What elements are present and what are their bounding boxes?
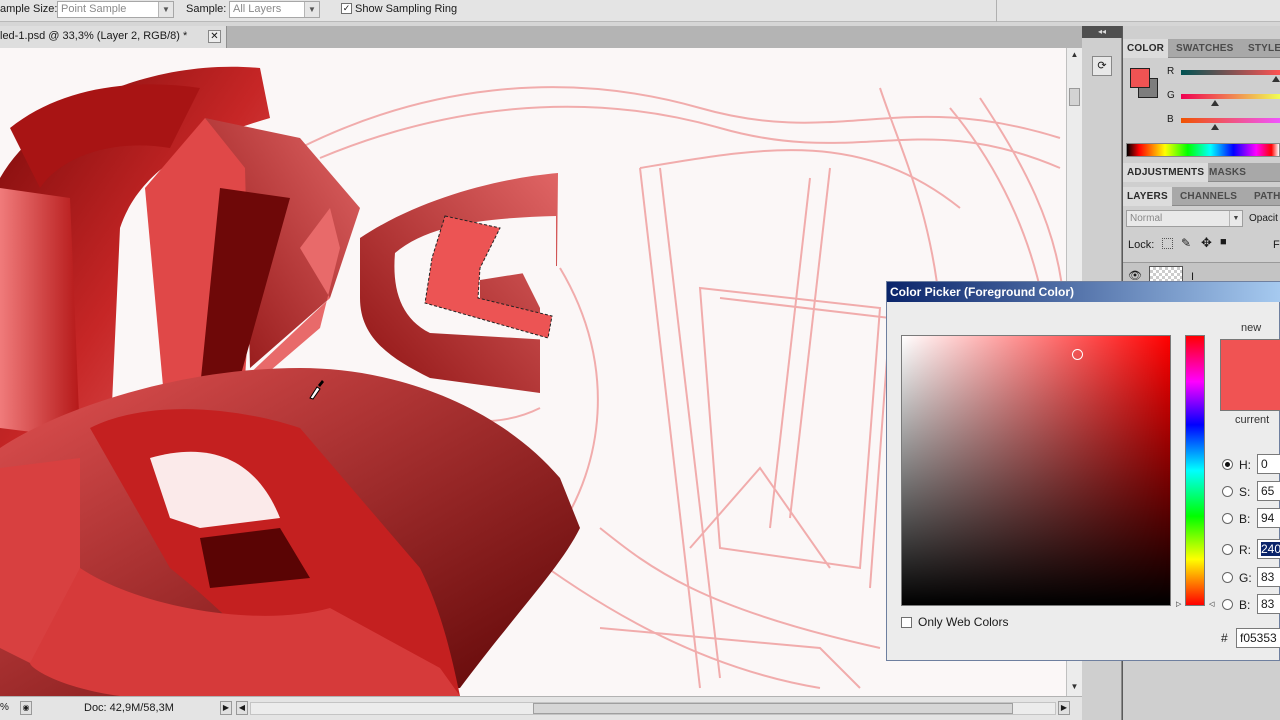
adjustments-panel-tabs: ADJUSTMENTS MASKS bbox=[1123, 163, 1280, 182]
tab-swatches[interactable]: SWATCHES bbox=[1176, 39, 1234, 58]
scroll-down-icon[interactable]: ▼ bbox=[1069, 682, 1080, 694]
blue-input[interactable]: 83 bbox=[1257, 594, 1280, 614]
color-spectrum-ramp[interactable] bbox=[1126, 143, 1280, 157]
brightness-input[interactable]: 94 bbox=[1257, 508, 1280, 528]
only-web-colors-checkbox[interactable] bbox=[901, 617, 912, 628]
new-color-swatch bbox=[1220, 339, 1280, 411]
b-slider-handle[interactable] bbox=[1211, 124, 1219, 130]
tab-adjustments[interactable]: ADJUSTMENTS bbox=[1123, 163, 1209, 182]
r-input-value: 240 bbox=[1261, 542, 1280, 556]
only-web-colors-label: Only Web Colors bbox=[918, 615, 1009, 629]
chevron-down-icon: ▼ bbox=[1229, 211, 1242, 226]
close-icon[interactable]: ✕ bbox=[208, 30, 221, 43]
tab-styles[interactable]: STYLE bbox=[1248, 39, 1280, 58]
chevron-down-icon: ▼ bbox=[158, 2, 173, 17]
chevron-down-icon: ▼ bbox=[304, 2, 319, 17]
sample-size-dropdown[interactable]: Point Sample ▼ bbox=[57, 1, 174, 18]
r-radio[interactable] bbox=[1222, 544, 1233, 555]
collapse-icon[interactable]: ◂◂ bbox=[1082, 26, 1122, 38]
r-input[interactable]: 240 bbox=[1257, 539, 1280, 559]
current-label: current bbox=[1235, 414, 1270, 426]
document-tab[interactable]: led-1.psd @ 33,3% (Layer 2, RGB/8) * ✕ bbox=[0, 26, 227, 48]
horizontal-scrollbar[interactable] bbox=[250, 702, 1056, 715]
opacity-label: Opacit bbox=[1249, 213, 1278, 224]
options-bar: ample Size: Point Sample ▼ Sample: All L… bbox=[0, 0, 1280, 22]
zoom-value[interactable]: % bbox=[0, 700, 10, 716]
document-tab-row: led-1.psd @ 33,3% (Layer 2, RGB/8) * ✕ bbox=[0, 26, 1082, 48]
document-title: led-1.psd @ 33,3% (Layer 2, RGB/8) * bbox=[0, 30, 188, 42]
blend-mode-dropdown[interactable]: Normal ▼ bbox=[1126, 210, 1243, 227]
show-sampling-ring-label: Show Sampling Ring bbox=[355, 3, 458, 15]
lock-transparency-icon[interactable] bbox=[1162, 238, 1173, 249]
status-bar: % ◉ Doc: 42,9M/58,3M ▶ ◀ ▶ bbox=[0, 696, 1082, 720]
g-label: G bbox=[1167, 90, 1175, 101]
tab-paths[interactable]: PATH bbox=[1254, 187, 1280, 206]
sample-value: All Layers bbox=[233, 3, 282, 15]
h-input[interactable]: 0 bbox=[1257, 454, 1280, 474]
sample-size-value: Point Sample bbox=[61, 3, 127, 15]
lock-label: Lock: bbox=[1128, 239, 1155, 251]
s-radio[interactable] bbox=[1222, 486, 1233, 497]
r-slider[interactable] bbox=[1181, 70, 1280, 75]
color-selector-ring[interactable] bbox=[1072, 349, 1083, 360]
color-picker-dialog: Color Picker (Foreground Color) ▷ ◁ new … bbox=[886, 281, 1280, 661]
tab-channels[interactable]: CHANNELS bbox=[1180, 187, 1237, 206]
fill-label: F bbox=[1273, 239, 1280, 251]
hue-slider-left-handle[interactable]: ▷ bbox=[1176, 600, 1181, 608]
sample-dropdown[interactable]: All Layers ▼ bbox=[229, 1, 320, 18]
brightness-radio[interactable] bbox=[1222, 513, 1233, 524]
color-panel-tabs: COLOR SWATCHES STYLE bbox=[1123, 39, 1280, 58]
g-radio[interactable] bbox=[1222, 572, 1233, 583]
divider bbox=[996, 0, 997, 22]
g-field-label: G: bbox=[1239, 571, 1252, 585]
b-slider[interactable] bbox=[1181, 118, 1280, 123]
blue-radio[interactable] bbox=[1222, 599, 1233, 610]
tab-color[interactable]: COLOR bbox=[1123, 39, 1169, 58]
eyedropper-cursor-icon bbox=[309, 380, 324, 400]
hue-slider-right-handle[interactable]: ◁ bbox=[1209, 600, 1214, 608]
hue-slider[interactable] bbox=[1185, 335, 1205, 606]
g-slider-handle[interactable] bbox=[1211, 100, 1219, 106]
hex-hash-label: # bbox=[1221, 631, 1228, 645]
r-slider-handle[interactable] bbox=[1272, 76, 1280, 82]
scroll-thumb[interactable] bbox=[1069, 88, 1080, 106]
sample-size-label: ample Size: bbox=[0, 3, 58, 15]
show-sampling-ring-checkbox[interactable]: ✓ bbox=[341, 3, 352, 14]
status-next-icon[interactable]: ▶ bbox=[220, 701, 232, 715]
s-input[interactable]: 65 bbox=[1257, 481, 1280, 501]
history-icon[interactable]: ⟳ bbox=[1092, 56, 1112, 76]
tab-layers[interactable]: LAYERS bbox=[1123, 187, 1172, 206]
blue-field-label: B: bbox=[1239, 598, 1251, 612]
b-label: B bbox=[1167, 114, 1174, 125]
r-label: R bbox=[1167, 66, 1175, 77]
tab-masks[interactable]: MASKS bbox=[1209, 163, 1246, 182]
photoshop-window: ample Size: Point Sample ▼ Sample: All L… bbox=[0, 0, 1280, 720]
status-menu-icon[interactable]: ◉ bbox=[20, 701, 32, 715]
r-field-label: R: bbox=[1239, 543, 1251, 557]
foreground-color-swatch[interactable] bbox=[1130, 68, 1150, 88]
g-slider[interactable] bbox=[1181, 94, 1280, 99]
layers-panel-tabs: LAYERS CHANNELS PATH bbox=[1123, 187, 1280, 206]
s-label: S: bbox=[1239, 485, 1251, 499]
scroll-right-icon[interactable]: ▶ bbox=[1058, 701, 1070, 715]
lock-all-icon[interactable]: ■ bbox=[1220, 236, 1227, 248]
hex-input[interactable]: f05353 bbox=[1236, 628, 1280, 648]
sample-label: Sample: bbox=[186, 3, 227, 15]
h-label: H: bbox=[1239, 458, 1251, 472]
blend-mode-value: Normal bbox=[1130, 213, 1163, 224]
scroll-left-icon[interactable]: ◀ bbox=[236, 701, 248, 715]
new-label: new bbox=[1241, 322, 1262, 334]
h-radio[interactable] bbox=[1222, 459, 1233, 470]
dialog-title: Color Picker (Foreground Color) bbox=[887, 282, 1280, 302]
lock-position-icon[interactable]: ✥ bbox=[1201, 235, 1212, 251]
brightness-label: B: bbox=[1239, 512, 1251, 526]
scroll-up-icon[interactable]: ▲ bbox=[1069, 50, 1080, 62]
saturation-brightness-field[interactable] bbox=[901, 335, 1171, 606]
g-input[interactable]: 83 bbox=[1257, 567, 1280, 587]
lock-paint-icon[interactable]: ✎ bbox=[1181, 236, 1191, 250]
horizontal-scroll-thumb[interactable] bbox=[533, 703, 1013, 714]
doc-info: Doc: 42,9M/58,3M bbox=[84, 702, 174, 714]
